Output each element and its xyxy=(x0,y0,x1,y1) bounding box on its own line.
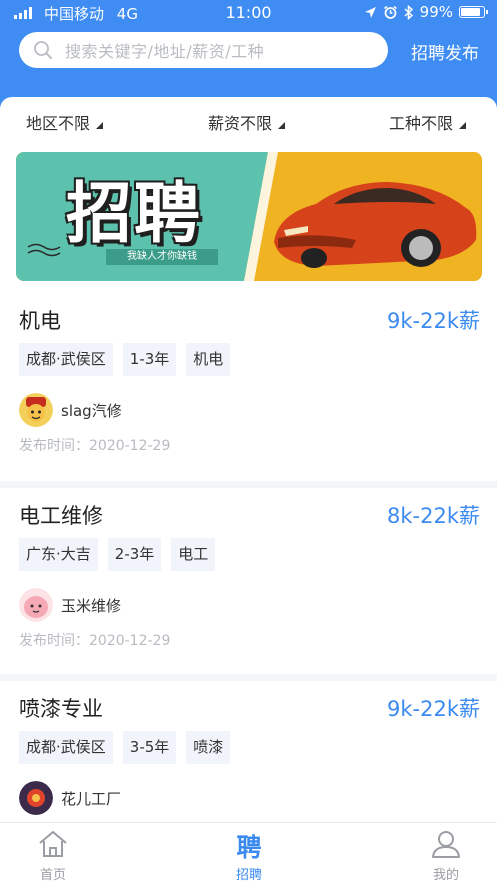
region-filter[interactable]: 地区不限 xyxy=(26,110,104,134)
trade-filter[interactable]: 工种不限 xyxy=(389,110,467,134)
job-card[interactable]: 机电 9k-22k薪 成都·武侯区 1-3年 机电 slag汽修 发布时间：20… xyxy=(0,293,497,481)
company-avatar xyxy=(19,393,53,427)
trade-filter-label: 工种不限 xyxy=(389,114,454,133)
publish-job-button[interactable]: 招聘发布 xyxy=(411,39,479,64)
tab-home[interactable]: 首页 xyxy=(3,823,103,883)
job-card[interactable]: 电工维修 8k-22k薪 广东·大吉 2-3年 电工 玉米维修 发布时间：202… xyxy=(0,488,497,674)
recruit-icon: 聘 xyxy=(236,833,262,862)
banner-slogan: 我缺人才你缺钱 xyxy=(127,251,197,262)
publish-date: 发布时间：2020-12-29 xyxy=(19,438,171,454)
tab-profile-label: 我的 xyxy=(432,868,459,883)
job-card[interactable]: 喷漆专业 9k-22k薪 成都·武侯区 3-5年 喷漆 花儿工厂 xyxy=(0,681,497,822)
tab-home-label: 首页 xyxy=(39,868,66,883)
alarm-icon xyxy=(383,5,397,19)
job-title: 喷漆专业 xyxy=(19,697,103,721)
recruit-banner[interactable]: 招聘 我缺人才你缺钱 xyxy=(16,152,482,281)
card-divider xyxy=(0,674,497,681)
job-salary: 9k-22k薪 xyxy=(387,309,480,333)
card-divider xyxy=(0,481,497,488)
job-tags: 成都·武侯区 3-5年 喷漆 xyxy=(19,731,231,764)
job-title: 机电 xyxy=(19,309,61,333)
battery-percent: 99% xyxy=(419,3,453,21)
company-avatar xyxy=(19,588,53,622)
salary-filter-label: 薪资不限 xyxy=(208,114,273,133)
banner-title: 招聘 xyxy=(66,175,202,252)
job-salary: 8k-22k薪 xyxy=(387,504,480,528)
status-bar: 中国移动 4G 11:00 99% xyxy=(0,0,497,26)
bluetooth-icon xyxy=(404,4,413,20)
dropdown-triangle-icon xyxy=(459,121,467,129)
salary-filter[interactable]: 薪资不限 xyxy=(208,110,286,134)
company-name: 玉米维修 xyxy=(61,596,122,615)
search-icon xyxy=(34,41,52,59)
job-tags: 成都·武侯区 1-3年 机电 xyxy=(19,343,231,376)
dropdown-triangle-icon xyxy=(96,121,104,129)
location-icon xyxy=(364,6,376,18)
experience-tag: 1-3年 xyxy=(122,343,177,376)
trade-tag: 电工 xyxy=(171,538,216,571)
company-info: slag汽修 xyxy=(19,393,122,427)
experience-tag: 3-5年 xyxy=(122,731,177,764)
region-filter-label: 地区不限 xyxy=(26,114,91,133)
trade-tag: 机电 xyxy=(186,343,231,376)
filter-bar: 地区不限 薪资不限 工种不限 xyxy=(0,97,497,145)
profile-icon xyxy=(432,831,460,858)
search-placeholder: 搜索关键字/地址/薪资/工种 xyxy=(65,42,265,61)
experience-tag: 2-3年 xyxy=(107,538,162,571)
job-title: 电工维修 xyxy=(19,504,103,528)
location-tag: 成都·武侯区 xyxy=(19,731,113,764)
location-tag: 广东·大吉 xyxy=(19,538,98,571)
home-icon xyxy=(39,831,67,857)
search-input[interactable]: 搜索关键字/地址/薪资/工种 xyxy=(19,32,388,68)
location-tag: 成都·武侯区 xyxy=(19,343,113,376)
bottom-tab-bar: 首页 聘 招聘 我的 xyxy=(0,822,497,883)
content-sheet: 地区不限 薪资不限 工种不限 招聘 我缺人才你缺钱 机电 9k-22k薪 成都·… xyxy=(0,97,497,822)
dropdown-triangle-icon xyxy=(278,121,286,129)
company-info: 花儿工厂 xyxy=(19,781,121,815)
job-salary: 9k-22k薪 xyxy=(387,697,480,721)
company-info: 玉米维修 xyxy=(19,588,121,622)
tab-recruit[interactable]: 聘 招聘 xyxy=(199,823,299,883)
company-name: slag汽修 xyxy=(61,401,122,420)
tab-recruit-label: 招聘 xyxy=(235,868,262,883)
battery-icon xyxy=(459,6,488,18)
company-avatar xyxy=(19,781,53,815)
publish-date: 发布时间：2020-12-29 xyxy=(19,633,171,649)
job-tags: 广东·大吉 2-3年 电工 xyxy=(19,538,216,571)
company-name: 花儿工厂 xyxy=(61,789,122,808)
tab-profile[interactable]: 我的 xyxy=(396,823,496,883)
trade-tag: 喷漆 xyxy=(186,731,231,764)
